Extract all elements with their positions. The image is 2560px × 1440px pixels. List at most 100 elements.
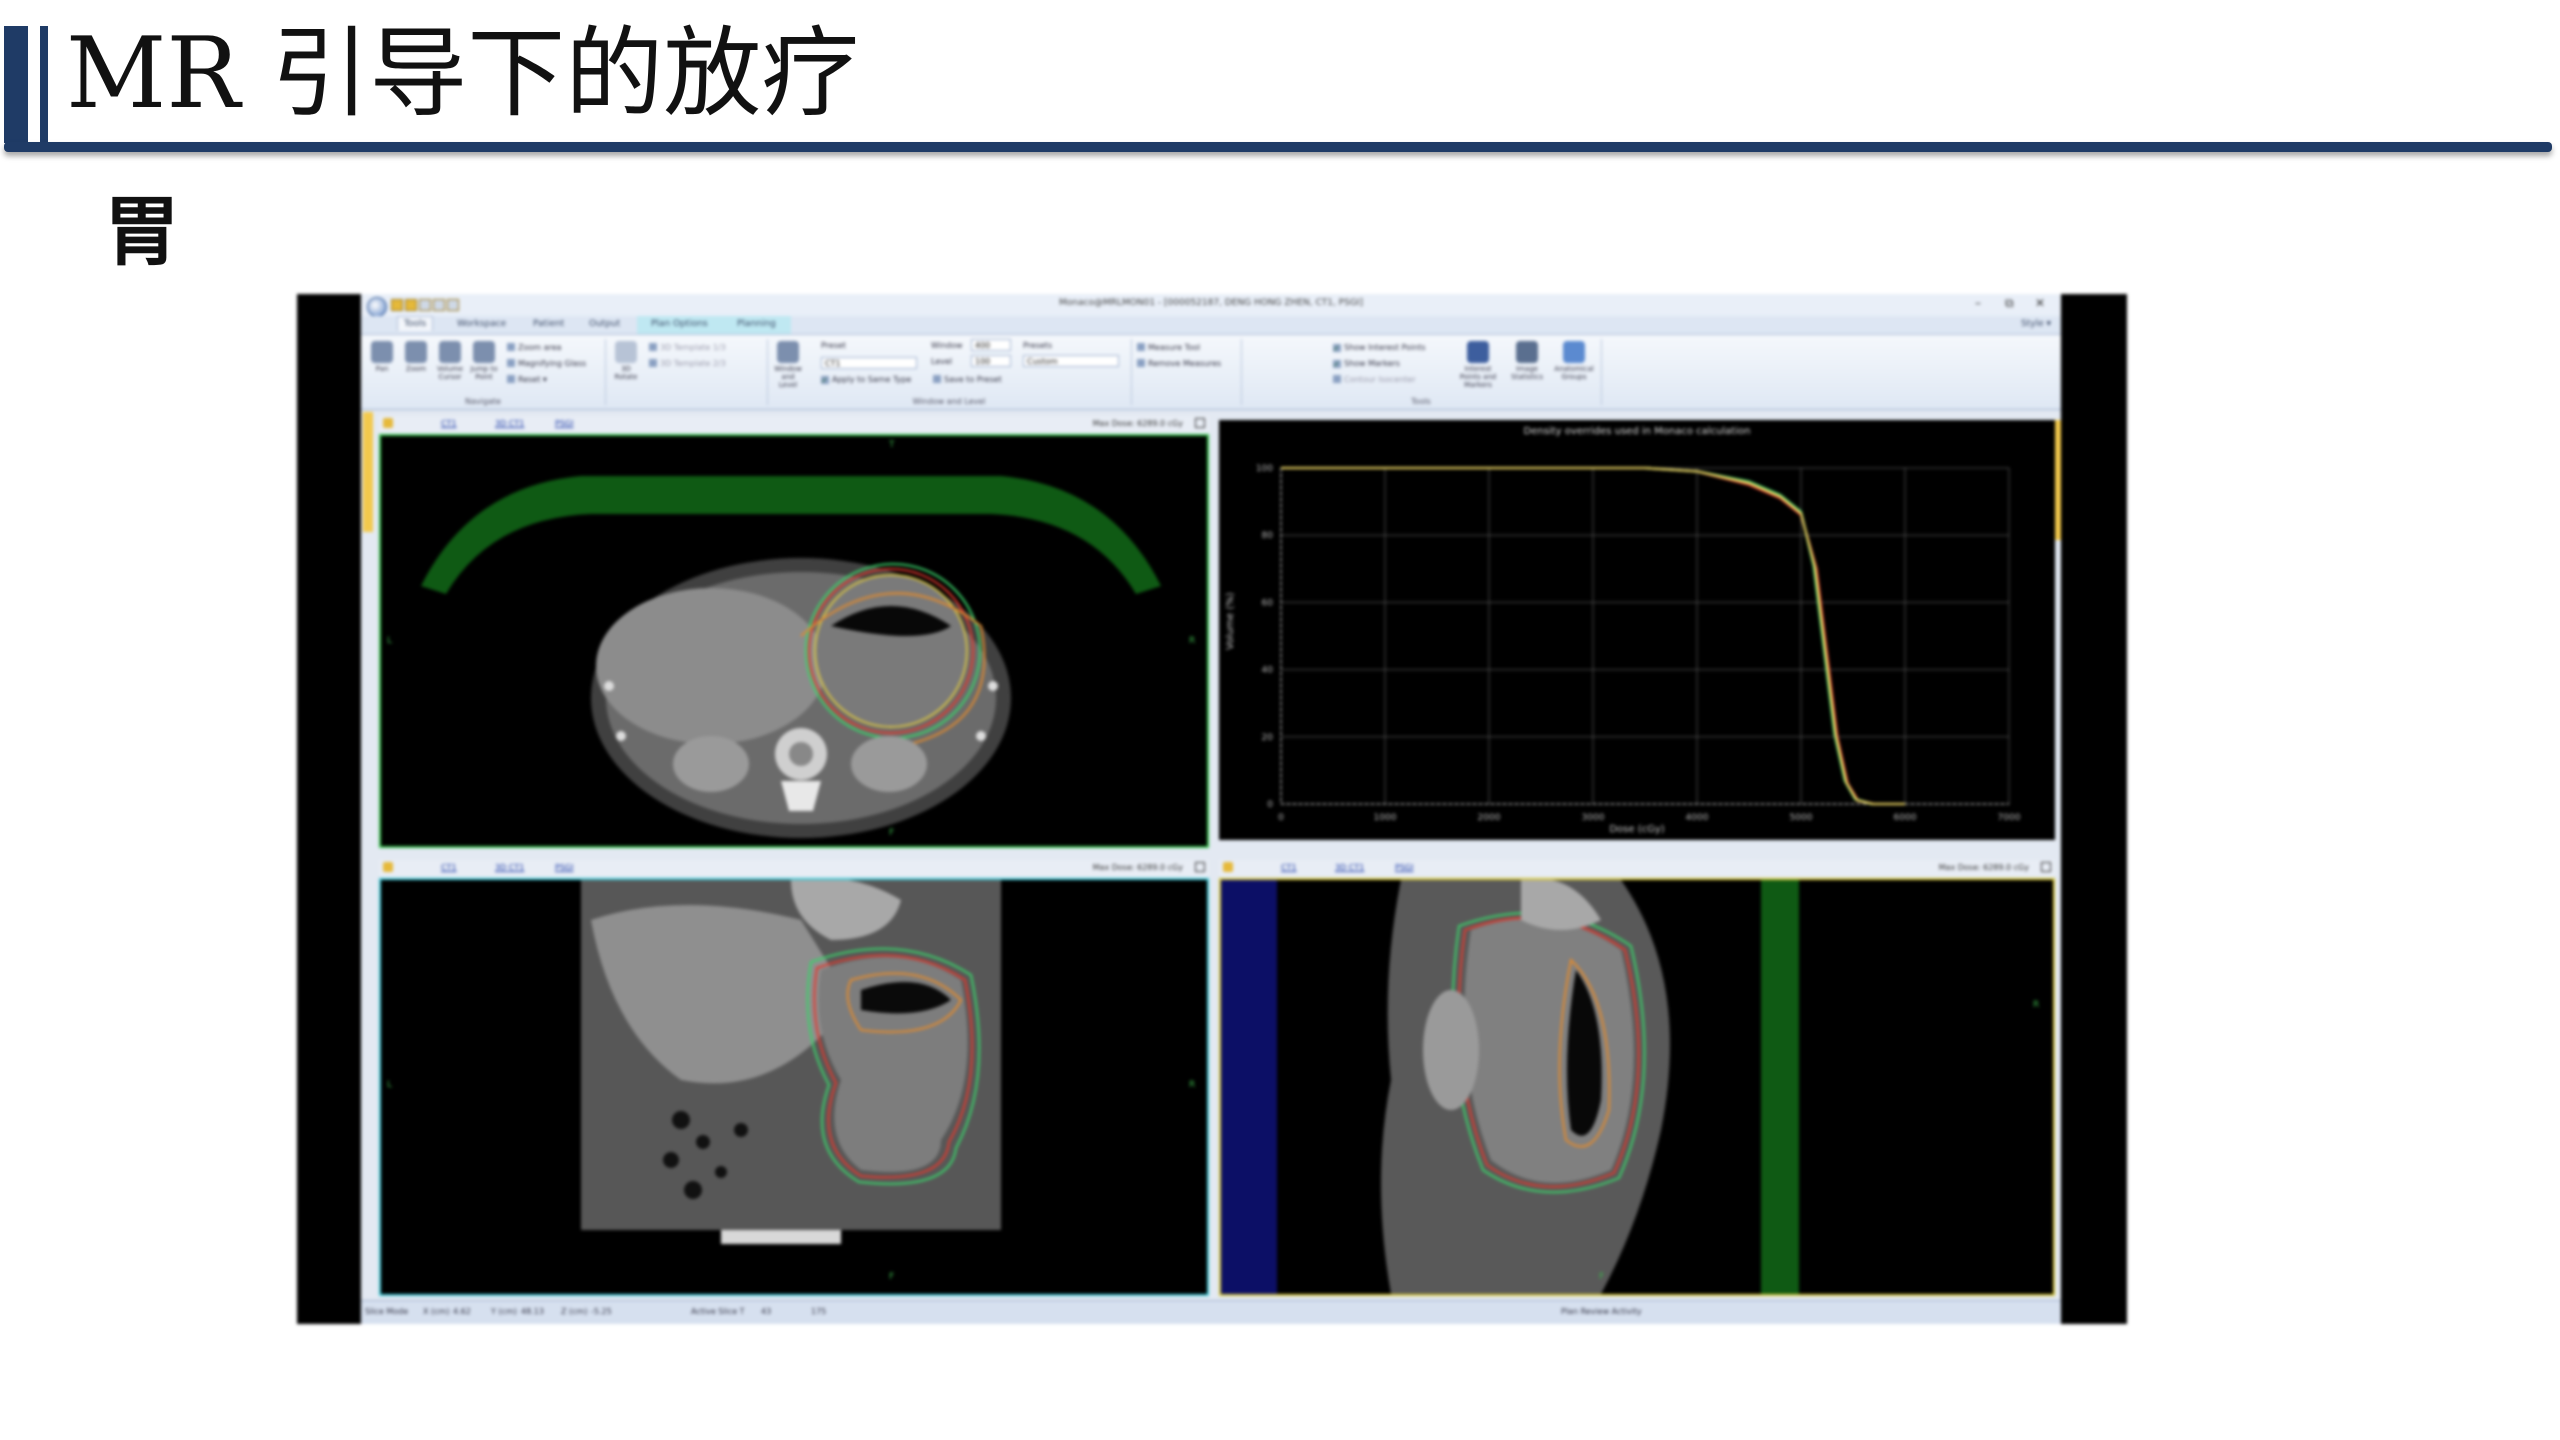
viewport-lock-icon[interactable] bbox=[383, 418, 393, 428]
x-coord-value[interactable]: 4.62 bbox=[453, 1307, 471, 1316]
chart-y-tick-label: 100 bbox=[1256, 464, 1273, 474]
viewport-lock-icon[interactable] bbox=[1223, 862, 1233, 872]
sagittal-max-dose: Max Dose: 6289.0 cGy bbox=[1938, 863, 2029, 872]
volume-cursor-icon bbox=[439, 341, 461, 363]
chart-x-tick-label: 2000 bbox=[1478, 813, 1501, 823]
x-coord-label: X (cm) bbox=[423, 1307, 450, 1316]
coronal-tab-ct1[interactable]: CT1 bbox=[441, 863, 457, 872]
coronal-viewport-header: CT1 3D CT1 PSGI Max Dose: 6289.0 cGy bbox=[379, 860, 1209, 876]
magnifying-glass-button[interactable]: Magnifying Glass bbox=[507, 359, 586, 368]
left-panel-collapsed-tab[interactable] bbox=[363, 412, 373, 532]
sagittal-tab-3d-ct1[interactable]: 3D CT1 bbox=[1335, 863, 1364, 872]
image-statistics-icon bbox=[1516, 341, 1538, 363]
sagittal-view[interactable]: F R bbox=[1219, 878, 2055, 1296]
maximize-viewport-icon[interactable] bbox=[1195, 418, 1205, 428]
slide-subtitle: 胃 bbox=[104, 187, 180, 276]
contour-isocenter-checkbox[interactable]: Contour Isocenter bbox=[1333, 375, 1416, 384]
axial-view[interactable]: T L R F bbox=[379, 434, 1209, 848]
3d-rotate-button[interactable]: 3D Rotate bbox=[611, 341, 641, 381]
slide-title: MR 引导下的放疗 bbox=[66, 17, 860, 131]
chart-y-tick-label: 80 bbox=[1262, 531, 1274, 541]
orient-mark-bottom: F bbox=[889, 1272, 895, 1282]
tab-planning[interactable]: Planning bbox=[737, 319, 776, 329]
level-label: Level bbox=[931, 357, 953, 366]
measure-tool-button[interactable]: Measure Tool bbox=[1137, 343, 1200, 352]
tab-workspace[interactable]: Workspace bbox=[457, 319, 506, 329]
maximize-viewport-icon[interactable] bbox=[1195, 862, 1205, 872]
orient-mark-right: R bbox=[2033, 1000, 2040, 1010]
axial-tab-ct1[interactable]: CT1 bbox=[441, 419, 457, 428]
group-separator bbox=[767, 339, 768, 405]
monaco-app-window: Monaco@MRLMON01 - [000052187, DENG HONG … bbox=[361, 294, 2061, 1324]
jump-to-point-icon bbox=[473, 341, 495, 363]
title-accent-bar bbox=[4, 26, 28, 143]
chart-x-tick-label: 6000 bbox=[1894, 813, 1917, 823]
close-button[interactable]: ✕ bbox=[2035, 296, 2045, 310]
chart-x-axis-label: Dose (cGy) bbox=[1609, 824, 1665, 835]
tab-patient[interactable]: Patient bbox=[533, 319, 564, 329]
anatomical-groups-button[interactable]: Anatomical Groups bbox=[1551, 341, 1597, 381]
pan-icon bbox=[371, 341, 393, 363]
title-accent-bar-thin bbox=[40, 26, 48, 143]
remove-measures-button[interactable]: Remove Measures bbox=[1137, 359, 1221, 368]
window-level-button[interactable]: Window and Level bbox=[773, 341, 803, 389]
apply-to-same-type-checkbox[interactable]: Apply to Same Type bbox=[821, 375, 911, 384]
sagittal-tab-psgi[interactable]: PSGI bbox=[1395, 863, 1413, 872]
y-coord-value[interactable]: 48.13 bbox=[521, 1307, 544, 1316]
3d-template-2-button[interactable]: 3D Template 2/3 bbox=[649, 359, 726, 368]
status-bar: Slice Mode X (cm) 4.62 Y (cm) 48.13 Z (c… bbox=[361, 1300, 2061, 1324]
maximize-viewport-icon[interactable] bbox=[2041, 862, 2051, 872]
3d-template-1-button[interactable]: 3D Template 1/3 bbox=[649, 343, 726, 352]
orient-mark-right: R bbox=[1189, 1080, 1196, 1090]
tab-output[interactable]: Output bbox=[589, 319, 620, 329]
coronal-tab-3d-ct1[interactable]: 3D CT1 bbox=[495, 863, 524, 872]
zoom-value: 175 bbox=[811, 1307, 827, 1316]
coronal-max-dose: Max Dose: 6289.0 cGy bbox=[1092, 863, 1183, 872]
pan-button[interactable]: Pan bbox=[367, 341, 397, 373]
sagittal-ct-image bbox=[1221, 880, 1799, 1294]
axial-tab-3d-ct1[interactable]: 3D CT1 bbox=[495, 419, 524, 428]
interest-points-markers-button[interactable]: Interest Points and Markers bbox=[1453, 341, 1503, 389]
active-slice-value[interactable]: 43 bbox=[761, 1307, 771, 1316]
style-menu[interactable]: Style ▾ bbox=[2021, 319, 2051, 329]
title-underline bbox=[4, 142, 2552, 152]
group-separator bbox=[1241, 339, 1242, 405]
chart-x-tick-label: 5000 bbox=[1790, 813, 1813, 823]
zoom-area-button[interactable]: Zoom area bbox=[507, 343, 561, 352]
chart-y-tick-label: 40 bbox=[1262, 666, 1274, 676]
active-slice-label: Active Slice T bbox=[691, 1307, 745, 1316]
show-interest-points-checkbox[interactable]: Show Interest Points bbox=[1333, 343, 1426, 352]
window-input[interactable]: 400 bbox=[971, 339, 1011, 351]
y-coord-label: Y (cm) bbox=[491, 1307, 517, 1316]
coronal-view[interactable]: F L R bbox=[379, 878, 1209, 1296]
presets-label: Presets bbox=[1023, 341, 1053, 350]
maximize-button[interactable]: ⧉ bbox=[2005, 296, 2014, 311]
presets-select[interactable]: Custom bbox=[1023, 355, 1119, 367]
chart-y-tick-label: 60 bbox=[1262, 598, 1274, 608]
chart-title: Density overrides used in Monaco calcula… bbox=[1523, 426, 1751, 437]
coronal-ct-image bbox=[581, 880, 1001, 1244]
volume-cursor-button[interactable]: Volume Cursor bbox=[435, 341, 465, 381]
level-input[interactable]: 100 bbox=[971, 355, 1011, 367]
tab-plan-options[interactable]: Plan Options bbox=[651, 319, 708, 329]
zoom-button[interactable]: Zoom bbox=[401, 341, 431, 373]
group-separator bbox=[1601, 339, 1602, 405]
show-markers-checkbox[interactable]: Show Markers bbox=[1333, 359, 1400, 368]
preset-select[interactable]: CT1 bbox=[821, 357, 917, 369]
sagittal-tab-ct1[interactable]: CT1 bbox=[1281, 863, 1297, 872]
z-coord-value[interactable]: -5.25 bbox=[591, 1307, 612, 1316]
coronal-tab-psgi[interactable]: PSGI bbox=[555, 863, 573, 872]
monaco-screenshot: Monaco@MRLMON01 - [000052187, DENG HONG … bbox=[297, 294, 2127, 1324]
image-statistics-button[interactable]: Image Statistics bbox=[1507, 341, 1547, 381]
orient-mark-top: T bbox=[889, 440, 895, 450]
minimize-button[interactable]: – bbox=[1975, 296, 1981, 310]
axial-tab-psgi[interactable]: PSGI bbox=[555, 419, 573, 428]
window-titlebar: Monaco@MRLMON01 - [000052187, DENG HONG … bbox=[361, 294, 2061, 317]
save-to-preset-button[interactable]: Save to Preset bbox=[933, 375, 1002, 384]
window-label: Window bbox=[931, 341, 963, 350]
tab-tools[interactable]: Tools bbox=[397, 316, 434, 331]
reset-button[interactable]: Reset ▾ bbox=[507, 375, 547, 384]
jump-to-point-button[interactable]: Jump to Point bbox=[469, 341, 499, 381]
slice-mode-label[interactable]: Slice Mode bbox=[365, 1307, 408, 1316]
viewport-lock-icon[interactable] bbox=[383, 862, 393, 872]
